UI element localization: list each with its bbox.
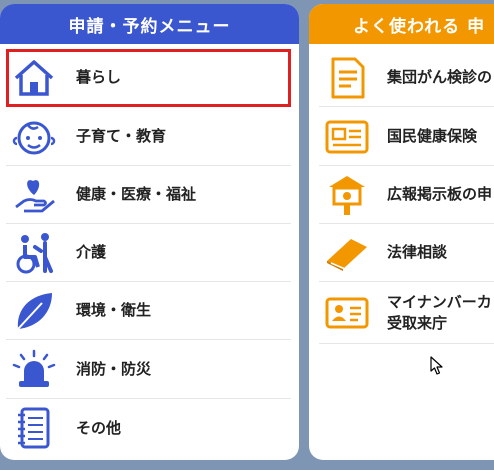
menu-item-health-welfare[interactable]: 健康・医療・福祉 [6, 166, 291, 224]
menu-item-bulletin-board[interactable]: 広報掲示板の申 [319, 166, 494, 224]
leaf-icon [6, 287, 62, 335]
mouse-cursor-icon [430, 356, 443, 375]
menu-item-nursing-care[interactable]: 介護 [6, 224, 291, 282]
menu-item-label: 法律相談 [387, 243, 448, 261]
menu-item-legal-consultation[interactable]: 法律相談 [319, 224, 494, 282]
document-icon [319, 54, 375, 102]
menu-item-label-line2: 受取来庁 [387, 313, 448, 332]
menu-item-childcare-education[interactable]: 子育て・教育 [6, 108, 291, 166]
menu-item-label-line1: マイナンバーカ [387, 292, 492, 311]
menu-item-label: 介護 [76, 243, 107, 261]
book-icon [319, 229, 375, 277]
bulletin-board-icon [319, 171, 375, 219]
application-menu-panel: 申請・予約メニュー 暮らし 子育て・教育 健康・医療・福祉 介護 環境・衛生 消… [0, 4, 299, 460]
siren-icon [6, 346, 62, 394]
menu-item-environment-sanitation[interactable]: 環境・衛生 [6, 282, 291, 340]
menu-item-label: 消防・防災 [76, 360, 152, 378]
application-menu-title: 申請・予約メニュー [0, 4, 299, 44]
hand-heart-icon [6, 171, 62, 219]
mynumber-card-icon [319, 289, 375, 337]
id-card-icon [319, 113, 375, 161]
notebook-icon [6, 404, 62, 452]
menu-item-national-health-insurance[interactable]: 国民健康保険 [319, 108, 494, 166]
menu-item-label: マイナンバーカ 受取来庁 [387, 292, 492, 334]
frequent-menu-title: よく使われる 申 [309, 4, 494, 44]
menu-item-label: 集団がん検診の [387, 68, 493, 86]
house-icon [6, 54, 62, 102]
menu-item-cancer-screening[interactable]: 集団がん検診の [319, 49, 494, 107]
baby-face-icon [6, 113, 62, 161]
menu-item-label: 広報掲示板の申 [387, 185, 493, 203]
menu-item-label: その他 [76, 418, 122, 437]
menu-item-label: 環境・衛生 [76, 301, 152, 319]
frequent-menu-panel: よく使われる 申 集団がん検診の 国民健康保険 広報掲示板の申 法律相談 マイナ… [309, 4, 494, 460]
menu-item-mynumber-card[interactable]: マイナンバーカ 受取来庁 [319, 282, 494, 344]
menu-item-label: 子育て・教育 [76, 127, 167, 145]
menu-item-living[interactable]: 暮らし [6, 49, 291, 107]
menu-item-label: 暮らし [76, 68, 122, 86]
menu-item-other[interactable]: その他 [6, 399, 291, 457]
wheelchair-care-icon [6, 229, 62, 277]
menu-item-label: 国民健康保険 [387, 127, 478, 145]
menu-item-fire-disaster[interactable]: 消防・防災 [6, 341, 291, 399]
menu-item-label: 健康・医療・福祉 [76, 185, 197, 203]
